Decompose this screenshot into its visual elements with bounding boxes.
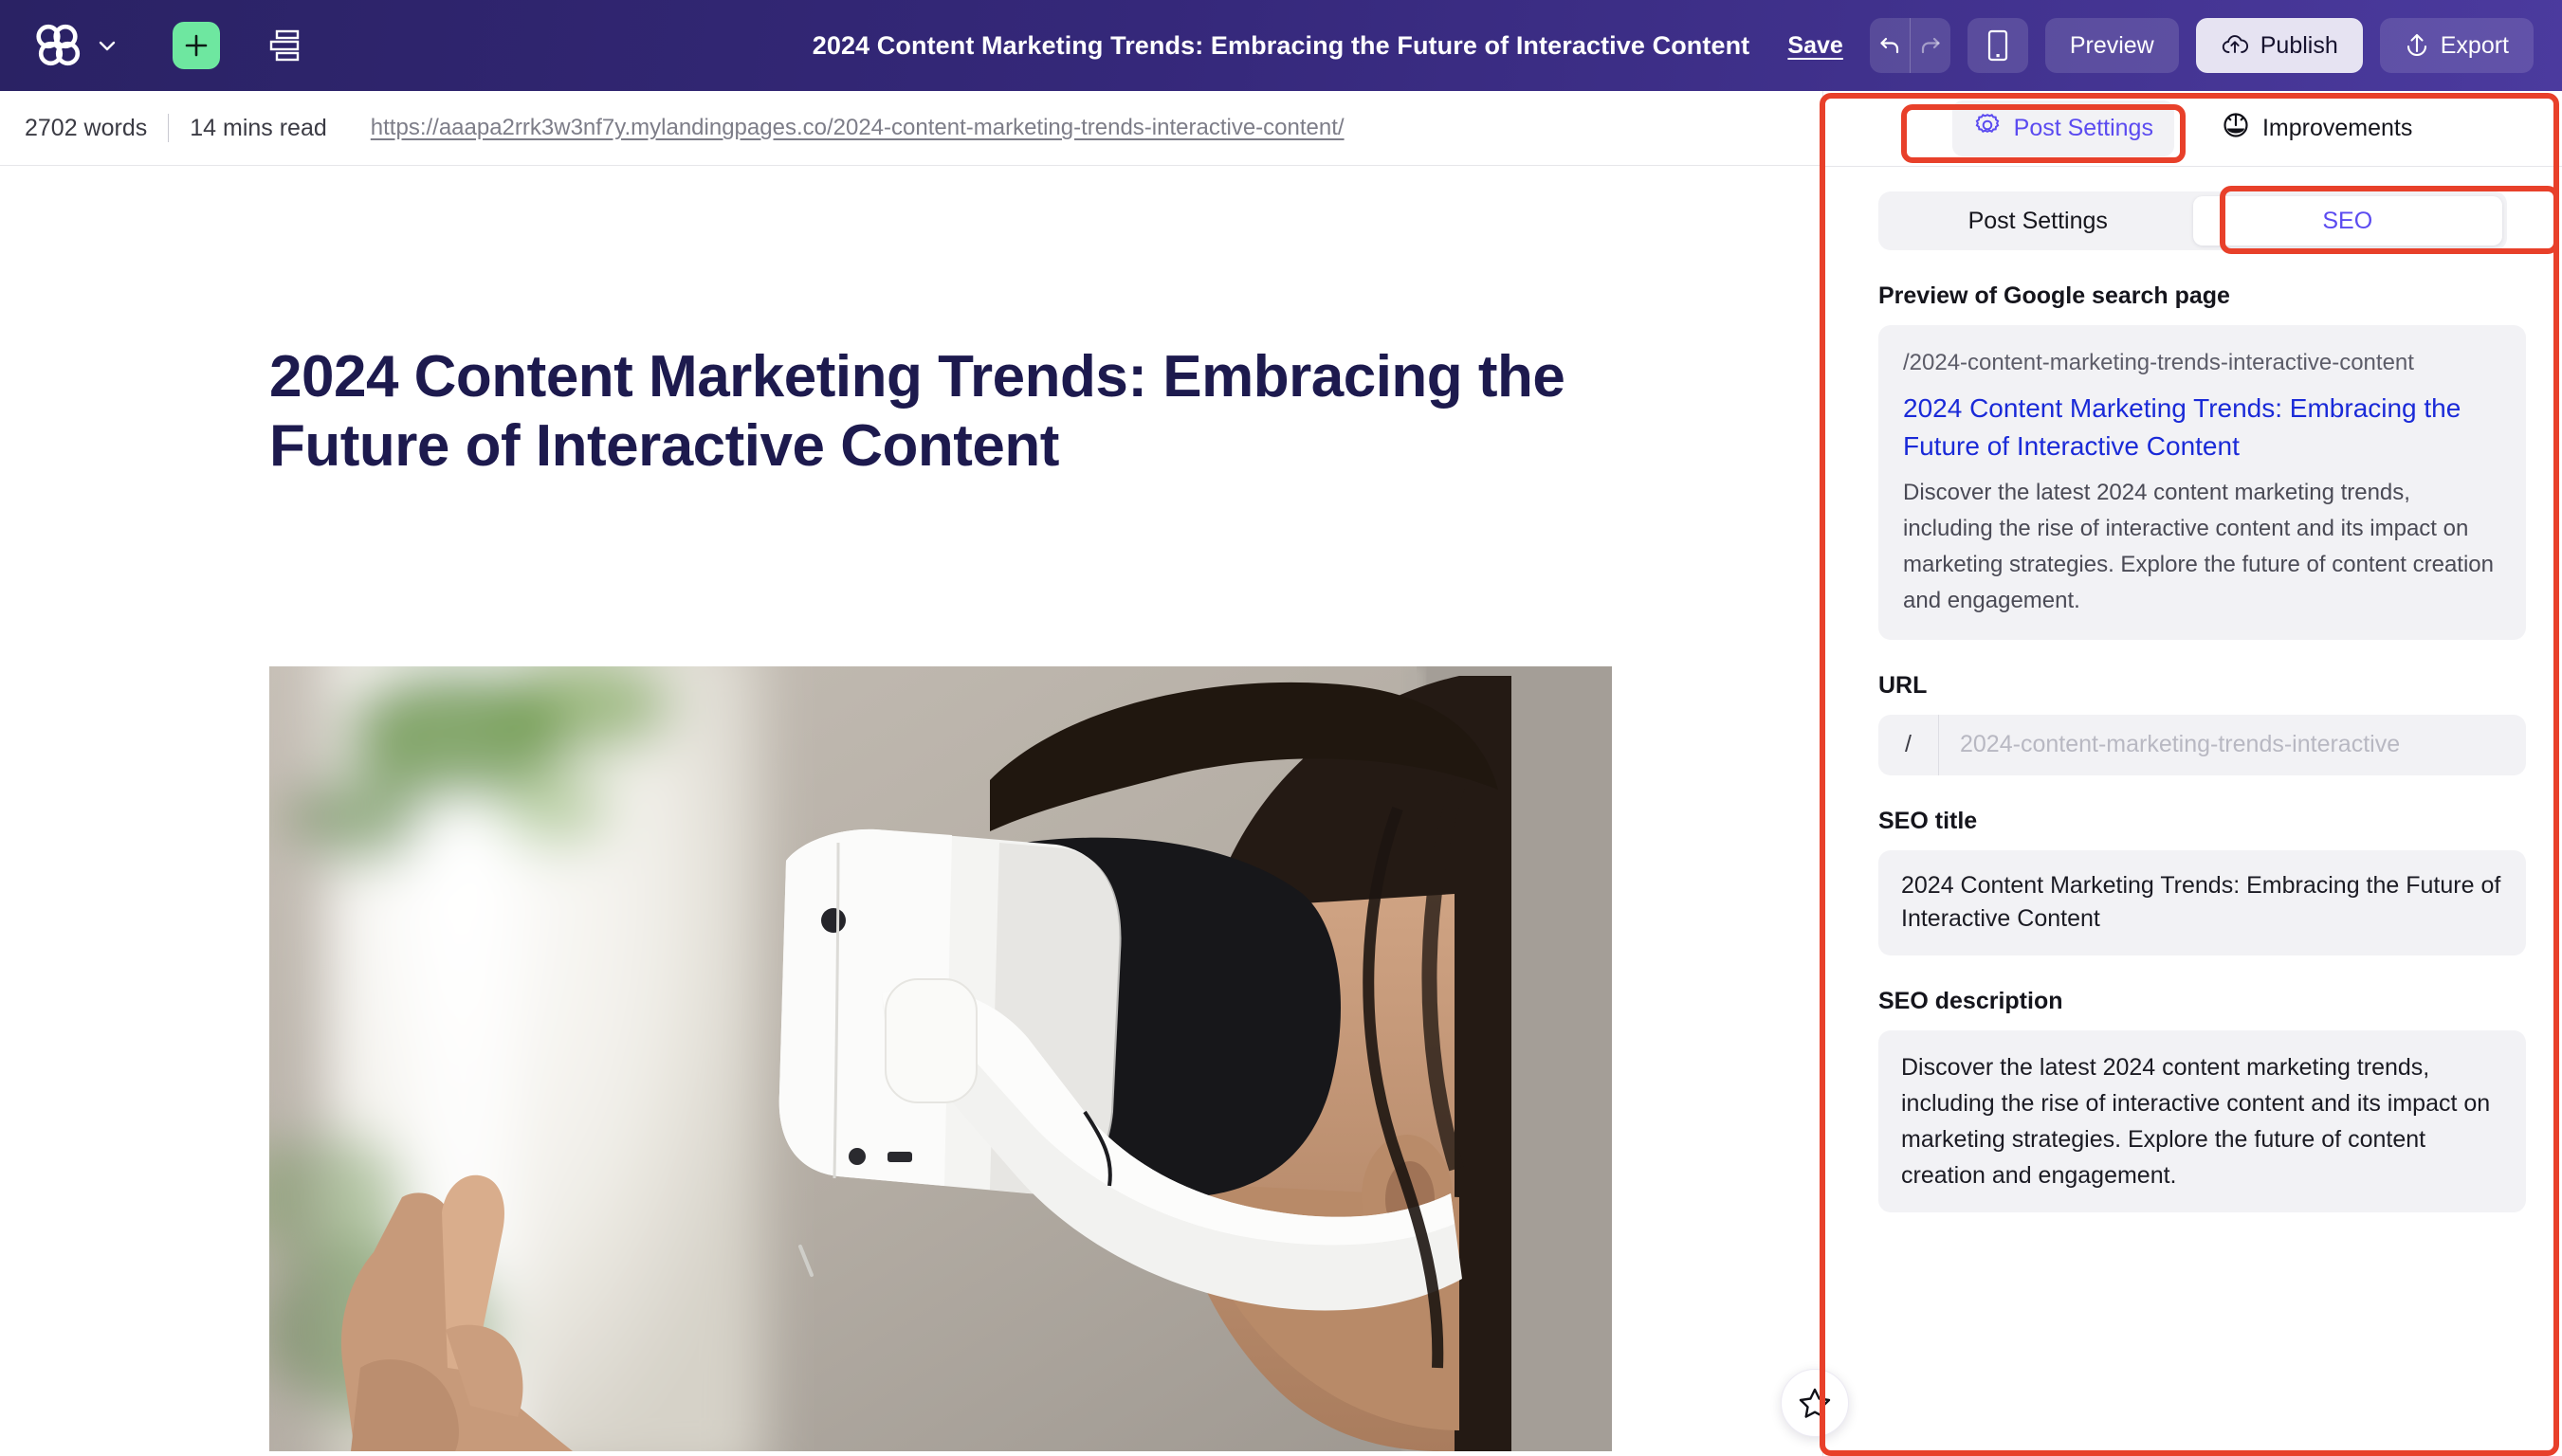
tab-improvements[interactable]: Improvements [2201, 100, 2433, 156]
preview-button[interactable]: Preview [2044, 18, 2179, 73]
preview-label: Preview [2069, 31, 2154, 59]
export-button[interactable]: Export [2379, 18, 2534, 73]
segment-seo[interactable]: SEO [2192, 196, 2502, 246]
redo-button[interactable] [1911, 18, 1950, 73]
workspace-switcher[interactable] [36, 24, 118, 67]
url-input[interactable] [1939, 714, 2526, 775]
google-preview-label: Preview of Google search page [1878, 282, 2230, 309]
toolbar-left-group [0, 22, 307, 69]
layout-blocks-button[interactable] [264, 24, 307, 67]
seo-title-label: SEO title [1878, 807, 1978, 834]
read-time: 14 mins read [190, 114, 327, 141]
google-preview-title[interactable]: 2024 Content Marketing Trends: Embracing… [1903, 390, 2501, 465]
save-button[interactable]: Save [1787, 32, 1842, 60]
undo-button[interactable] [1870, 18, 1910, 73]
right-settings-panel: Post Settings Improvements Post Settings… [1822, 91, 2562, 1456]
tab-post-settings-label: Post Settings [2013, 115, 2153, 141]
top-toolbar: 2024 Content Marketing Trends: Embracing… [0, 0, 2562, 91]
seo-description-input[interactable]: Discover the latest 2024 content marketi… [1878, 1029, 2526, 1212]
layout-blocks-icon [269, 29, 300, 62]
publish-button[interactable]: Publish [2195, 18, 2363, 73]
seo-description-label: SEO description [1878, 987, 2063, 1014]
segment-post-settings[interactable]: Post Settings [1883, 196, 2193, 246]
clover-logo-icon [36, 24, 82, 67]
google-search-preview: /2024-content-marketing-trends-interacti… [1878, 325, 2526, 640]
gear-icon [1973, 111, 2002, 146]
google-preview-url: /2024-content-marketing-trends-interacti… [1903, 350, 2414, 375]
add-block-button[interactable] [173, 22, 220, 69]
device-preview-button[interactable] [1967, 18, 2028, 73]
hero-image[interactable] [269, 666, 1612, 1451]
star-icon [1799, 1388, 1831, 1418]
tab-improvements-label: Improvements [2261, 115, 2413, 141]
chevron-down-icon [97, 35, 118, 56]
editor-canvas: 2024 Content Marketing Trends: Embracing… [0, 167, 1822, 1456]
tab-post-settings[interactable]: Post Settings [1951, 100, 2174, 156]
export-label: Export [2440, 31, 2509, 59]
document-meta-bar: 2702 words 14 mins read https://aaapa2rr… [0, 91, 1822, 166]
word-count: 2702 words [25, 114, 148, 141]
panel-tab-bar: Post Settings Improvements [1823, 91, 2562, 167]
favorite-button[interactable] [1781, 1369, 1849, 1437]
url-prefix: / [1878, 714, 1939, 775]
url-field-label: URL [1878, 671, 1928, 699]
plus-icon [185, 34, 208, 57]
undo-redo-group [1869, 18, 1950, 73]
article-title[interactable]: 2024 Content Marketing Trends: Embracing… [269, 342, 1644, 481]
publish-label: Publish [2260, 31, 2338, 59]
url-field[interactable]: / [1878, 714, 2526, 775]
panel-body: Post Settings SEO Preview of Google sear… [1823, 191, 2562, 1456]
meta-divider [168, 114, 170, 142]
toolbar-right-group: Save Preview Publish Export [1787, 0, 2534, 91]
mobile-device-icon [1987, 29, 2007, 62]
cloud-upload-icon [2222, 35, 2248, 53]
redo-arrow-icon [1921, 37, 1940, 54]
seo-title-input[interactable]: 2024 Content Marketing Trends: Embracing… [1878, 849, 2526, 956]
undo-arrow-icon [1880, 37, 1898, 54]
google-preview-description: Discover the latest 2024 content marketi… [1903, 479, 2495, 613]
gauge-icon [2222, 111, 2250, 146]
document-url-link[interactable]: https://aaapa2rrk3w3nf7y.mylandingpages.… [371, 115, 1345, 141]
upload-arrow-icon [2406, 33, 2426, 57]
settings-segmented-control: Post Settings SEO [1878, 191, 2507, 250]
